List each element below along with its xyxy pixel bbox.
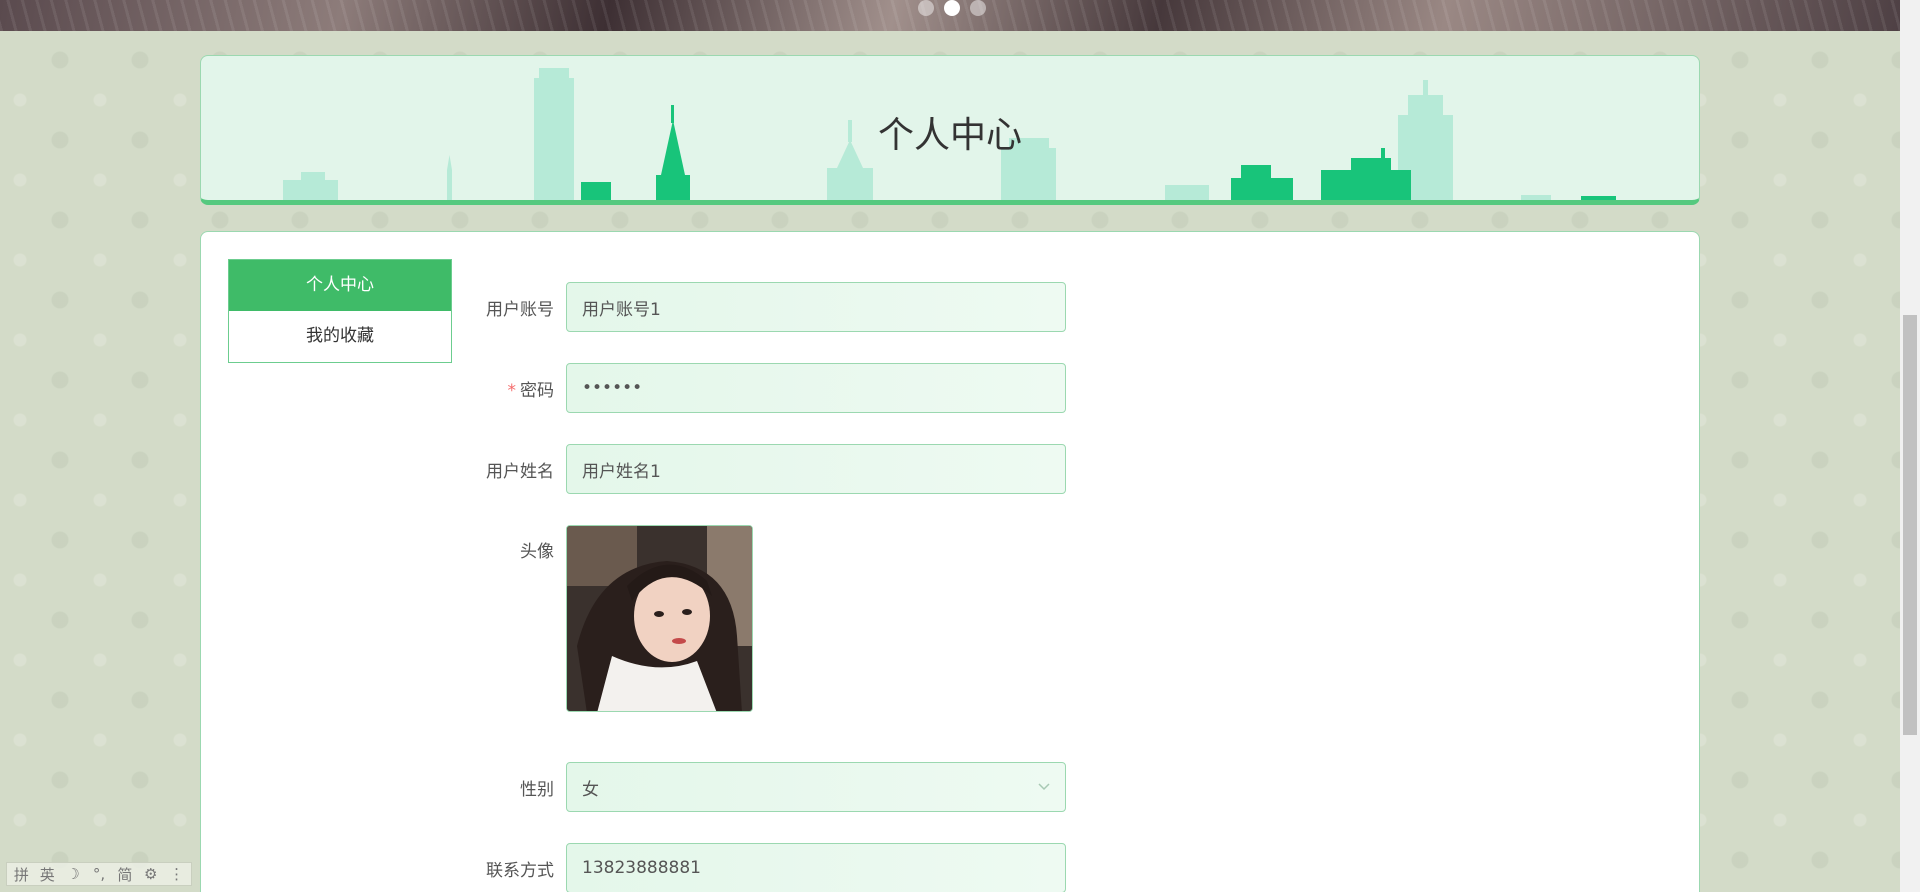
- password-input[interactable]: ••••••: [566, 363, 1066, 413]
- phone-label: 联系方式: [486, 860, 554, 881]
- realname-label: 用户姓名: [486, 461, 554, 482]
- page-title: 个人中心: [877, 115, 1022, 156]
- ime-simplified-icon[interactable]: 简: [113, 864, 136, 885]
- form-row-gender: 性别 女: [461, 762, 1066, 812]
- avatar-label: 头像: [520, 542, 554, 562]
- scrollbar-thumb[interactable]: [1903, 315, 1917, 735]
- side-menu: 个人中心 我的收藏: [228, 259, 452, 363]
- password-label: * 密码: [461, 376, 566, 401]
- ime-moon-icon[interactable]: ☽: [62, 865, 85, 883]
- form-row-avatar: 头像: [461, 525, 753, 712]
- carousel-dot-1[interactable]: [918, 0, 934, 16]
- form-row-password: * 密码 ••••••: [461, 363, 1066, 413]
- username-label: 用户账号: [486, 299, 554, 320]
- form-row-username: 用户账号 用户账号1: [461, 282, 1066, 332]
- ime-settings-icon[interactable]: ⚙: [139, 865, 162, 883]
- phone-input[interactable]: 13823888881: [566, 843, 1066, 892]
- page-scrollbar[interactable]: [1900, 0, 1920, 892]
- chevron-down-icon: [1038, 783, 1050, 791]
- gender-label: 性别: [520, 779, 554, 800]
- gender-select-value: 女: [582, 779, 599, 800]
- ime-english-icon[interactable]: 英: [36, 864, 59, 885]
- required-mark: *: [507, 380, 517, 401]
- page-header-panel: 个人中心: [200, 55, 1700, 205]
- carousel-dot-2[interactable]: [944, 0, 960, 16]
- ime-punctuation-icon[interactable]: °,: [88, 865, 111, 883]
- avatar-photo-icon: [567, 526, 752, 711]
- username-input[interactable]: 用户账号1: [566, 282, 1066, 332]
- carousel-dot-3[interactable]: [970, 0, 986, 16]
- password-label-text: 密码: [520, 380, 554, 401]
- menu-item-my-favorites[interactable]: 我的收藏: [229, 311, 451, 362]
- gender-select[interactable]: 女: [566, 762, 1066, 812]
- carousel-indicators: [918, 0, 986, 16]
- avatar-image[interactable]: [566, 525, 753, 712]
- top-banner-carousel: [0, 0, 1900, 31]
- ime-pinyin-icon[interactable]: 拼: [10, 864, 33, 885]
- realname-input[interactable]: 用户姓名1: [566, 444, 1066, 494]
- menu-item-personal-center[interactable]: 个人中心: [229, 260, 451, 311]
- form-row-realname: 用户姓名 用户姓名1: [461, 444, 1066, 494]
- form-row-phone: 联系方式 13823888881: [461, 843, 1066, 892]
- ime-more-icon[interactable]: ⋮: [165, 865, 188, 883]
- ime-toolbar[interactable]: 拼 英 ☽ °, 简 ⚙ ⋮: [6, 862, 192, 886]
- profile-card: 个人中心 我的收藏 用户账号 用户账号1 * 密码 •••••• 用户姓名 用户姓…: [200, 231, 1700, 892]
